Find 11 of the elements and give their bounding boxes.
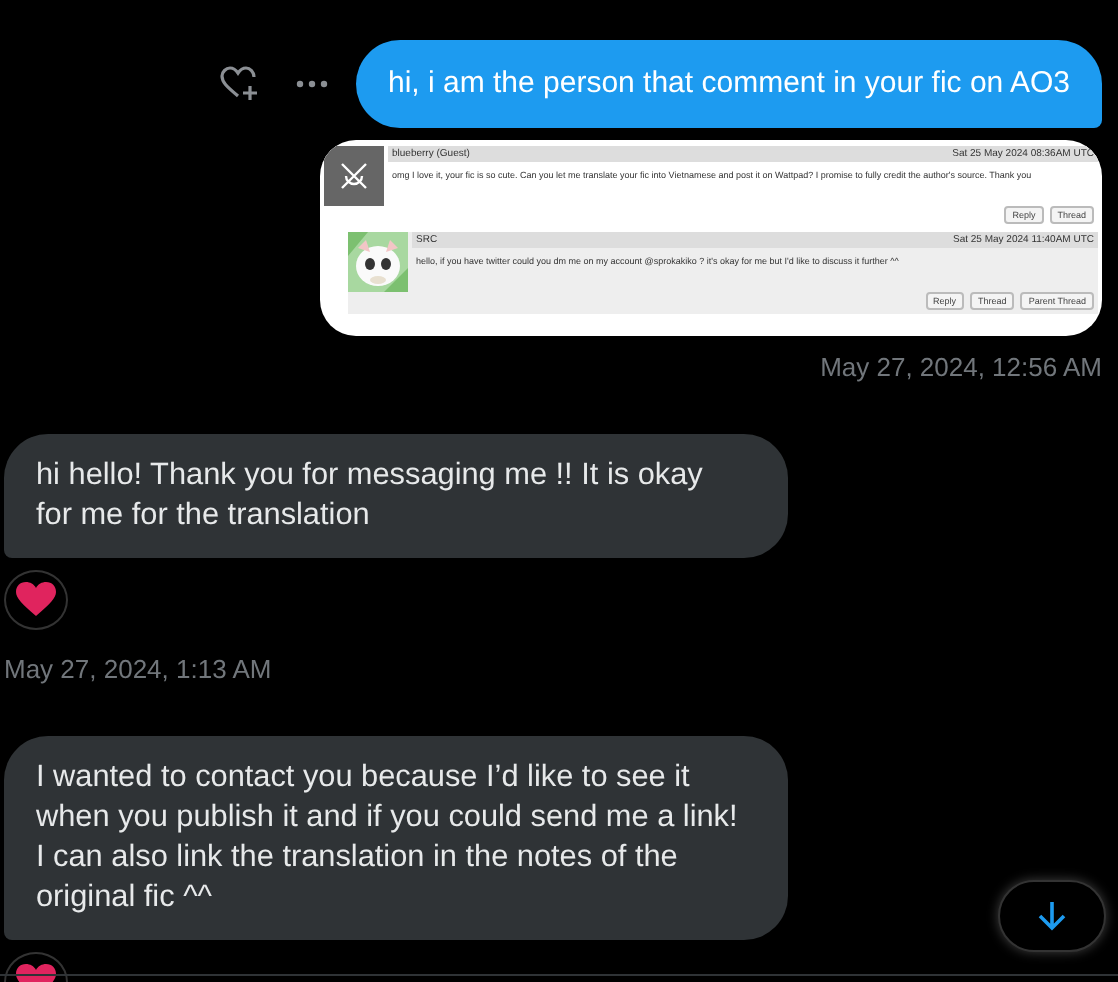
add-reaction-icon[interactable] — [219, 66, 260, 102]
received-message: hi hello! Thank you for messaging me !! It is okay for me for the translation — [4, 434, 788, 558]
message-timestamp: May 27, 2024, 12:56 AM — [820, 352, 1102, 382]
received-message: I wanted to contact you because I’d like to see it when you publish it and if you could send me a link! I can also link the translation in the notes of the original fic ^^ — [4, 736, 788, 940]
message-timestamp: May 27, 2024, 1:13 AM — [4, 654, 274, 684]
sent-message: hi, i am the person that comment in your fic on AO3 — [355, 40, 1102, 128]
more-icon[interactable] — [295, 80, 328, 88]
scroll-down-button[interactable] — [998, 880, 1106, 952]
heart-reaction[interactable] — [4, 570, 68, 630]
heart-icon — [16, 582, 56, 618]
down-arrow-icon — [1038, 900, 1066, 932]
